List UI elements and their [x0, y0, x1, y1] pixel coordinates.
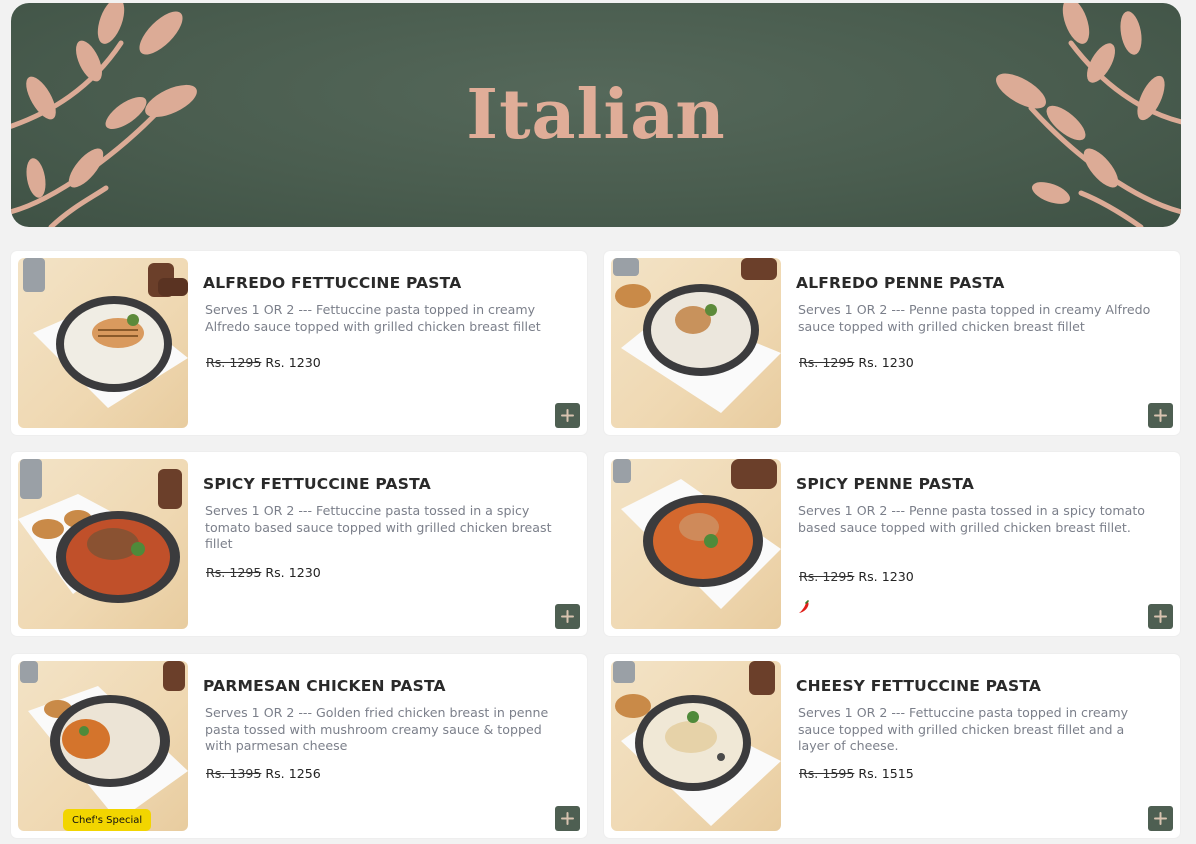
plus-icon [561, 610, 574, 623]
plus-icon [561, 409, 574, 422]
item-title: PARMESAN CHICKEN PASTA [203, 677, 446, 695]
food-image[interactable]: Chef's Special [18, 661, 188, 831]
original-price: Rs. 1595 [799, 766, 855, 781]
plus-icon [1154, 610, 1167, 623]
item-description: Serves 1 OR 2 --- Fettuccine pasta tosse… [205, 503, 552, 551]
chili-icon [799, 600, 809, 613]
menu-card-spicy-penne[interactable]: SPICY PENNE PASTA Serves 1 OR 2 --- Penn… [604, 452, 1180, 636]
item-title: CHEESY FETTUCCINE PASTA [796, 677, 1042, 695]
item-price: Rs. 1295 Rs. 1230 [799, 569, 914, 584]
item-description: Serves 1 OR 2 --- Penne pasta tossed in … [798, 503, 1145, 535]
item-price: Rs. 1395 Rs. 1256 [206, 766, 321, 781]
add-to-cart-button[interactable] [555, 806, 580, 831]
item-price: Rs. 1295 Rs. 1230 [799, 355, 914, 370]
discounted-price: Rs. 1230 [858, 569, 914, 584]
original-price: Rs. 1295 [799, 569, 855, 584]
menu-card-cheesy-fettuccine[interactable]: CHEESY FETTUCCINE PASTA Serves 1 OR 2 --… [604, 654, 1180, 838]
food-image[interactable] [611, 258, 781, 428]
food-image[interactable] [18, 459, 188, 629]
item-price: Rs. 1595 Rs. 1515 [799, 766, 914, 781]
discounted-price: Rs. 1230 [265, 565, 321, 580]
item-description: Serves 1 OR 2 --- Fettuccine pasta toppe… [205, 302, 541, 334]
item-title: ALFREDO FETTUCCINE PASTA [203, 274, 462, 292]
menu-card-alfredo-fettuccine[interactable]: ALFREDO FETTUCCINE PASTA Serves 1 OR 2 -… [11, 251, 587, 435]
add-to-cart-button[interactable] [1148, 604, 1173, 629]
item-price: Rs. 1295 Rs. 1230 [206, 355, 321, 370]
food-image[interactable] [611, 459, 781, 629]
discounted-price: Rs. 1515 [858, 766, 914, 781]
discounted-price: Rs. 1230 [265, 355, 321, 370]
add-to-cart-button[interactable] [555, 403, 580, 428]
original-price: Rs. 1295 [206, 565, 262, 580]
menu-card-spicy-fettuccine[interactable]: SPICY FETTUCCINE PASTA Serves 1 OR 2 ---… [11, 452, 587, 636]
food-image[interactable] [611, 661, 781, 831]
original-price: Rs. 1295 [206, 355, 262, 370]
food-image[interactable] [18, 258, 188, 428]
chefs-special-badge: Chef's Special [63, 809, 152, 831]
discounted-price: Rs. 1256 [265, 766, 321, 781]
discounted-price: Rs. 1230 [858, 355, 914, 370]
menu-card-parmesan-chicken[interactable]: Chef's Special PARMESAN CHICKEN PASTA Se… [11, 654, 587, 838]
add-to-cart-button[interactable] [1148, 403, 1173, 428]
plus-icon [1154, 409, 1167, 422]
category-banner: Italian [11, 3, 1181, 227]
item-title: ALFREDO PENNE PASTA [796, 274, 1005, 292]
add-to-cart-button[interactable] [555, 604, 580, 629]
leaf-decoration-right-icon [996, 3, 1181, 227]
item-title: SPICY PENNE PASTA [796, 475, 975, 493]
item-description: Serves 1 OR 2 --- Golden fried chicken b… [205, 705, 549, 753]
item-description: Serves 1 OR 2 --- Fettuccine pasta toppe… [798, 705, 1129, 753]
item-title: SPICY FETTUCCINE PASTA [203, 475, 431, 493]
original-price: Rs. 1395 [206, 766, 262, 781]
original-price: Rs. 1295 [799, 355, 855, 370]
plus-icon [1154, 812, 1167, 825]
plus-icon [561, 812, 574, 825]
item-description: Serves 1 OR 2 --- Penne pasta topped in … [798, 302, 1151, 334]
menu-card-alfredo-penne[interactable]: ALFREDO PENNE PASTA Serves 1 OR 2 --- Pe… [604, 251, 1180, 435]
item-price: Rs. 1295 Rs. 1230 [206, 565, 321, 580]
add-to-cart-button[interactable] [1148, 806, 1173, 831]
